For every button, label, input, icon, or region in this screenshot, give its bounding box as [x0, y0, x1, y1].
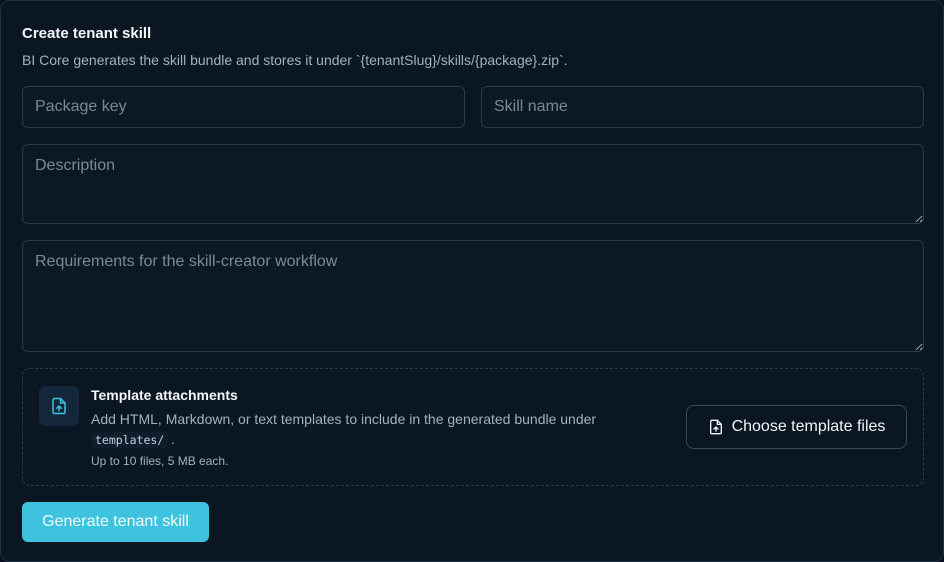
description-textarea[interactable]	[22, 144, 924, 224]
file-upload-icon	[708, 419, 724, 435]
file-upload-icon	[39, 386, 79, 426]
choose-template-files-label: Choose template files	[731, 418, 886, 435]
package-key-input[interactable]	[22, 86, 465, 128]
attachments-limit: Up to 10 files, 5 MB each.	[91, 454, 229, 468]
attachments-description: Add HTML, Markdown, or text templates to…	[91, 411, 597, 427]
attachments-title: Template attachments	[91, 387, 238, 403]
skill-name-input[interactable]	[481, 86, 924, 128]
create-tenant-skill-card: Create tenant skill BI Core generates th…	[0, 0, 944, 562]
template-attachments-dropzone[interactable]: Template attachments Add HTML, Markdown,…	[22, 368, 924, 486]
card-subtitle: BI Core generates the skill bundle and s…	[22, 52, 568, 68]
templates-path-code: templates/	[91, 432, 169, 448]
choose-template-files-button[interactable]: Choose template files	[686, 405, 907, 449]
generate-tenant-skill-button[interactable]: Generate tenant skill	[22, 502, 209, 542]
card-title: Create tenant skill	[22, 25, 152, 42]
requirements-textarea[interactable]	[22, 240, 924, 352]
attachments-period: .	[171, 431, 175, 447]
